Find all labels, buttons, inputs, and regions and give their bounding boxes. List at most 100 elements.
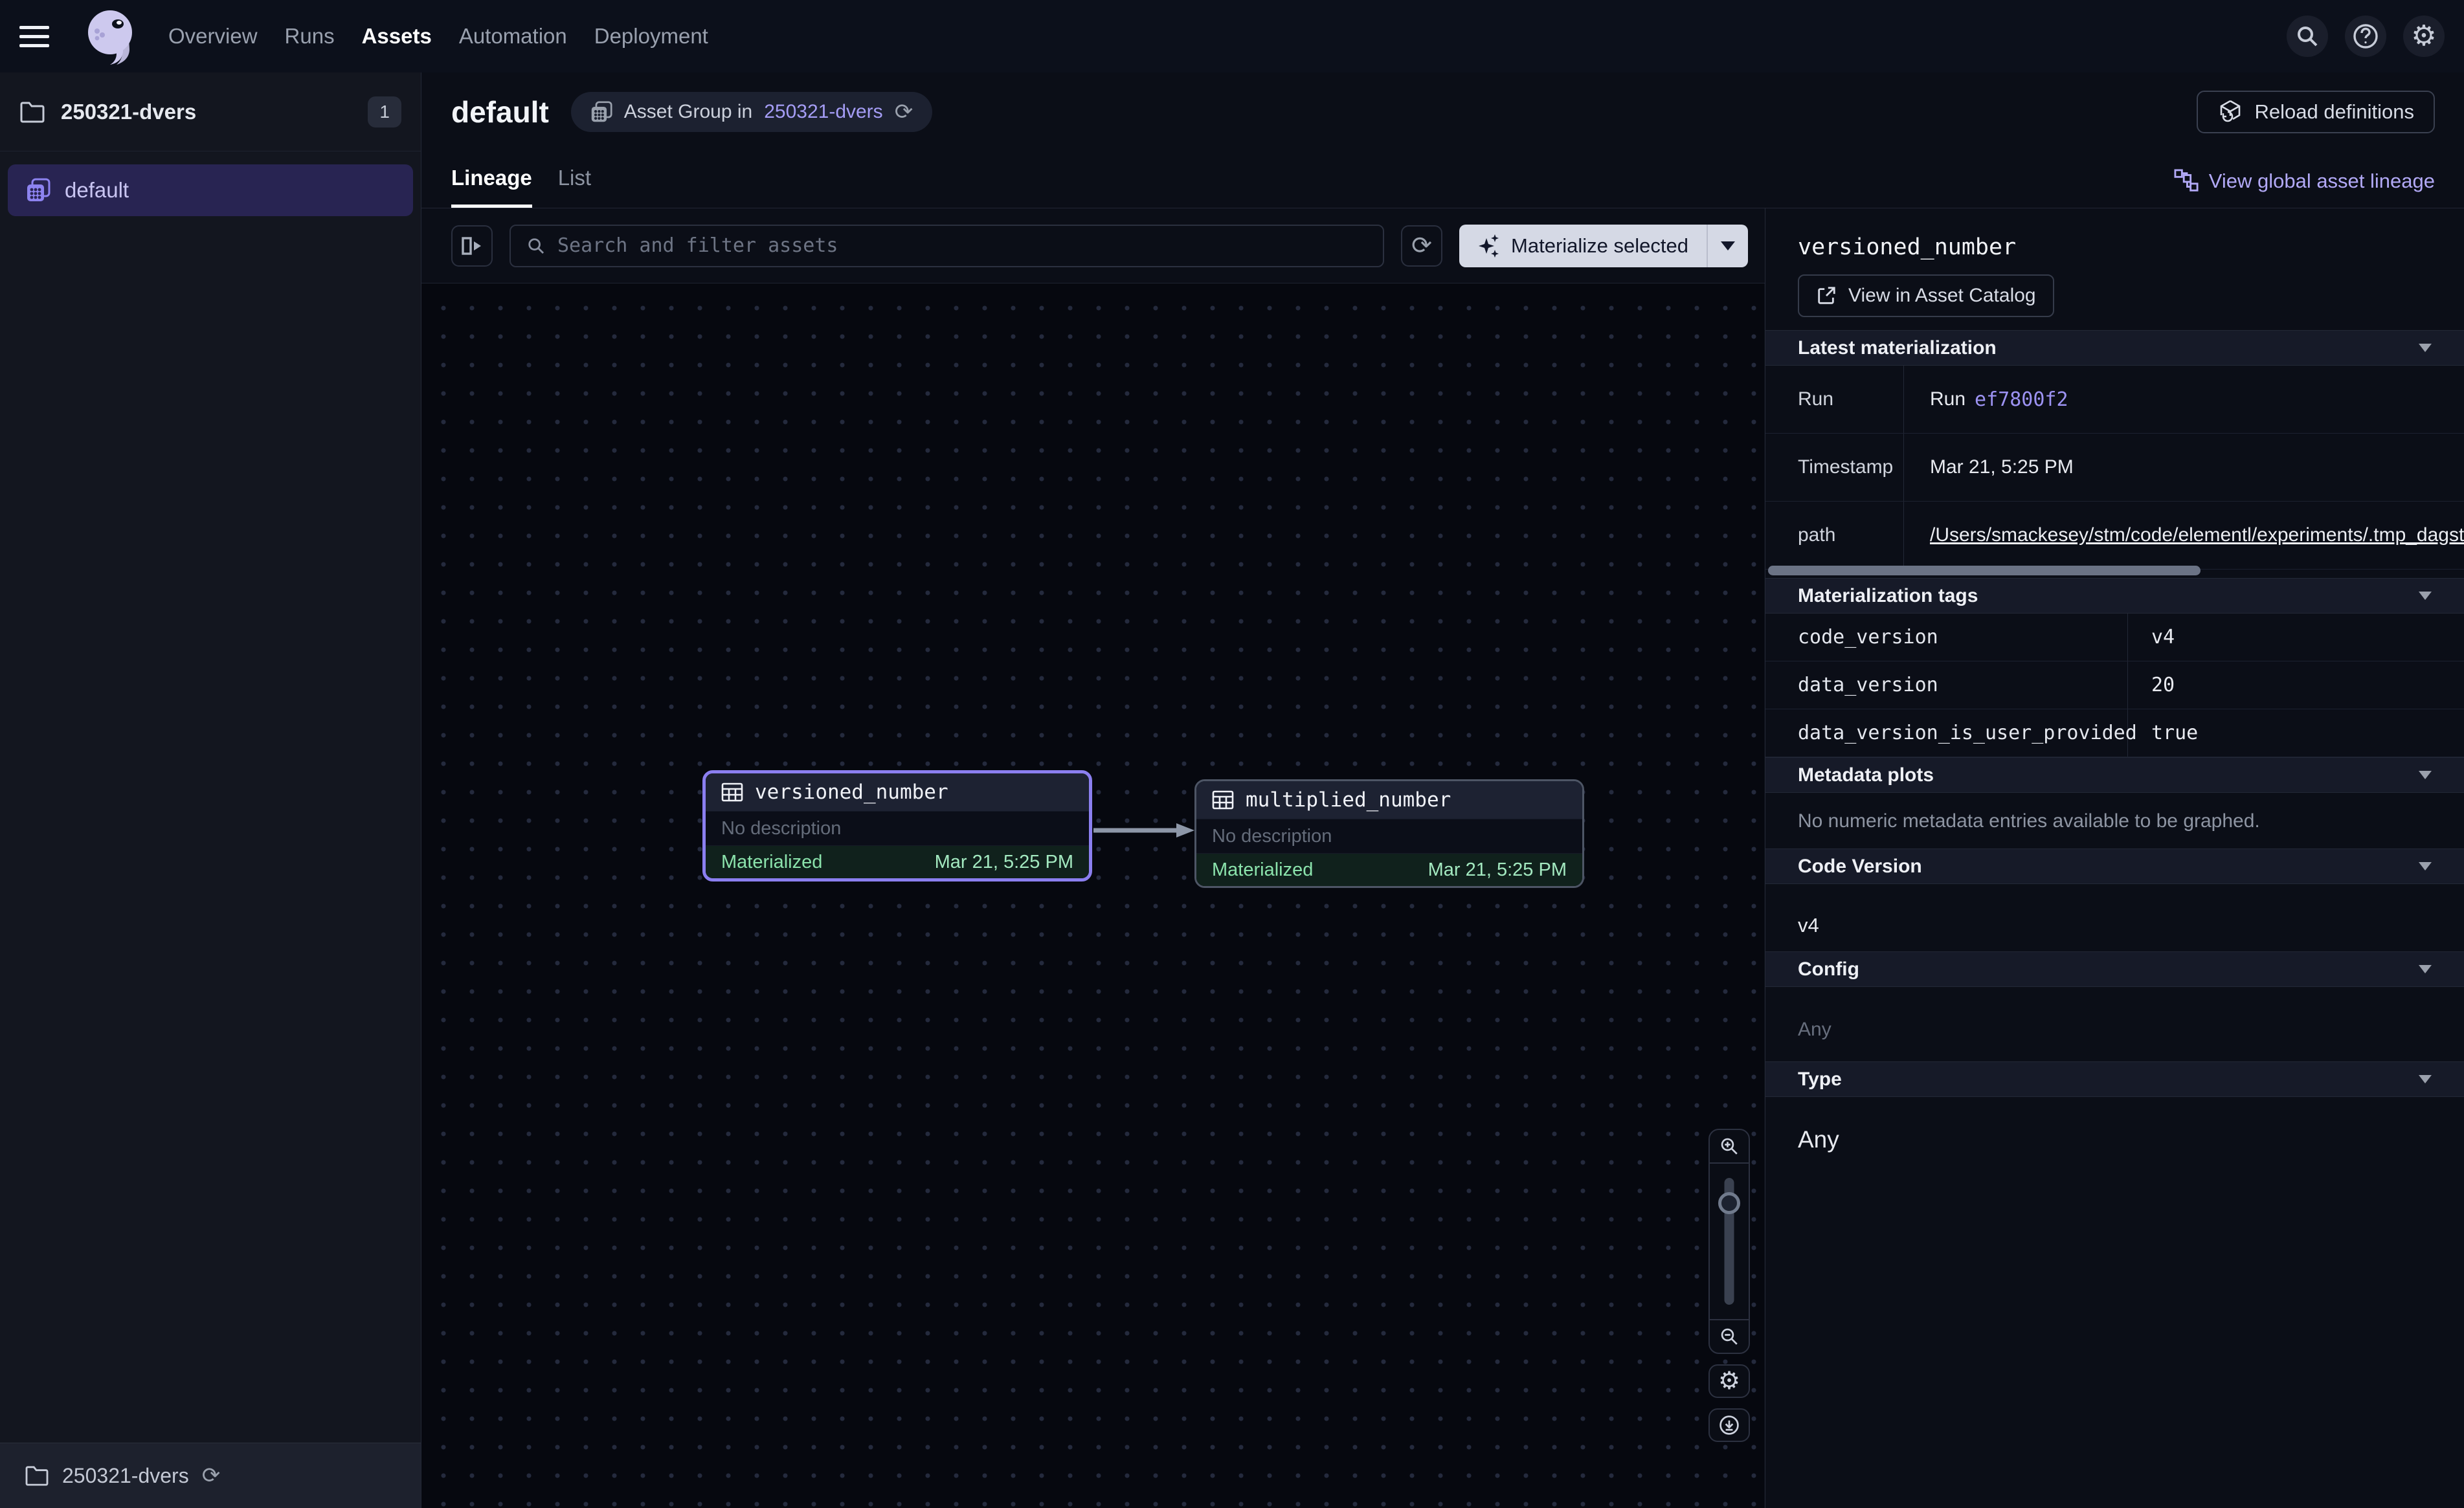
table-icon — [721, 782, 743, 802]
horizontal-scrollbar[interactable] — [1768, 566, 2201, 575]
section-config[interactable]: Config — [1765, 951, 2464, 987]
section-heading: Code Version — [1798, 856, 1922, 878]
materialize-selected-button[interactable]: Materialize selected — [1459, 225, 1748, 267]
node-description: No description — [1196, 819, 1582, 854]
zoom-out-icon[interactable] — [1710, 1319, 1749, 1353]
sidebar-group-name: 250321-dvers — [61, 100, 196, 124]
section-metadata-plots[interactable]: Metadata plots — [1765, 757, 2464, 793]
section-latest-materialization[interactable]: Latest materialization — [1765, 330, 2464, 366]
expand-panel-icon[interactable] — [451, 225, 493, 267]
node-status: Materialized — [721, 852, 822, 873]
type-value: Any — [1798, 1126, 1839, 1153]
external-link-icon — [1816, 285, 1837, 306]
lineage-graph-canvas[interactable]: versioned_number No description Material… — [421, 283, 1764, 1508]
zoom-slider[interactable] — [1710, 1164, 1749, 1319]
tab-list[interactable]: List — [558, 166, 591, 208]
asset-detail-panel: versioned_number View in Asset Catalog L… — [1765, 208, 2464, 1508]
run-id-link[interactable]: ef7800f2 — [1975, 388, 2068, 411]
chevron-down-icon — [2419, 344, 2432, 352]
section-heading: Metadata plots — [1798, 764, 1934, 786]
table-row: data_version 20 — [1765, 661, 2464, 709]
nav-item-overview[interactable]: Overview — [167, 17, 259, 55]
timestamp-value: Mar 21, 5:25 PM — [1904, 434, 2464, 501]
refresh-icon[interactable]: ⟳ — [895, 101, 913, 123]
refresh-graph-icon[interactable]: ⟳ — [1401, 225, 1442, 267]
nav-item-deployment[interactable]: Deployment — [593, 17, 710, 55]
folder-icon — [19, 101, 45, 123]
navbar-actions: ⚙ — [2287, 16, 2445, 57]
lineage-toolbar: ⟳ Materialize selected — [421, 208, 1765, 283]
search-icon — [526, 236, 546, 256]
tag-key: data_version — [1765, 661, 2128, 709]
section-materialization-tags[interactable]: Materialization tags — [1765, 578, 2464, 614]
sidebar-group-count-badge: 1 — [368, 96, 401, 128]
chevron-down-icon — [2419, 862, 2432, 870]
sidebar-item-label: default — [65, 178, 129, 203]
sidebar-group-250321-dvers[interactable]: 250321-dvers 1 — [0, 72, 421, 151]
download-graph-icon[interactable] — [1708, 1408, 1750, 1442]
chevron-down-icon — [2419, 771, 2432, 779]
path-link[interactable]: /Users/smackesey/stm/code/elementl/exper… — [1930, 524, 2464, 546]
tab-lineage[interactable]: Lineage — [451, 166, 532, 208]
view-global-asset-lineage-link[interactable]: View global asset lineage — [2174, 169, 2435, 194]
sidebar-footer-label: 250321-dvers — [62, 1464, 189, 1488]
asset-search[interactable] — [510, 225, 1384, 267]
reload-definitions-label: Reload definitions — [2255, 100, 2414, 124]
materialization-tags-table: code_version v4 data_version 20 data_ver… — [1765, 614, 2464, 757]
section-code-version[interactable]: Code Version — [1765, 848, 2464, 884]
reload-definitions-button[interactable]: Reload definitions — [2197, 91, 2435, 133]
asset-node-versioned-number[interactable]: versioned_number No description Material… — [702, 770, 1092, 882]
section-heading: Materialization tags — [1798, 585, 1978, 607]
asset-group-badge[interactable]: Asset Group in 250321-dvers ⟳ — [571, 92, 932, 132]
settings-gear-icon[interactable]: ⚙ — [2403, 16, 2445, 57]
menu-icon[interactable] — [19, 15, 62, 58]
search-input[interactable] — [557, 234, 1367, 257]
table-icon — [1212, 790, 1234, 810]
catalog-button-label: View in Asset Catalog — [1848, 285, 2036, 307]
page-title: default — [451, 94, 549, 129]
section-heading: Config — [1798, 959, 1859, 981]
asset-node-multiplied-number[interactable]: multiplied_number No description Materia… — [1194, 779, 1584, 888]
config-value: Any — [1798, 1019, 1831, 1041]
lineage-edge-arrow — [1092, 822, 1196, 839]
nav-item-assets[interactable]: Assets — [361, 17, 433, 55]
chevron-down-icon — [2419, 592, 2432, 600]
sidebar-item-default[interactable]: default — [8, 164, 413, 216]
node-status: Materialized — [1212, 859, 1313, 881]
dagster-logo-icon[interactable] — [78, 3, 145, 70]
node-title: multiplied_number — [1246, 788, 1451, 812]
materialize-label: Materialize selected — [1511, 234, 1688, 258]
view-tabs: Lineage List — [451, 166, 591, 208]
node-timestamp: Mar 21, 5:25 PM — [935, 852, 1073, 873]
section-heading: Latest materialization — [1798, 337, 1997, 359]
section-type[interactable]: Type — [1765, 1061, 2464, 1097]
table-row: Run Run ef7800f2 — [1765, 366, 2464, 434]
badge-group-link[interactable]: 250321-dvers — [764, 101, 882, 123]
help-icon[interactable] — [2345, 16, 2386, 57]
panel-asset-title: versioned_number — [1798, 234, 2016, 260]
view-in-asset-catalog-button[interactable]: View in Asset Catalog — [1798, 274, 2054, 317]
refresh-icon[interactable]: ⟳ — [202, 1465, 221, 1487]
sidebar-footer-code-location[interactable]: 250321-dvers ⟳ — [0, 1443, 421, 1508]
nav-item-automation[interactable]: Automation — [458, 17, 568, 55]
nav-item-runs[interactable]: Runs — [284, 17, 336, 55]
graph-zoom-controls: ⚙ — [1708, 1129, 1750, 1442]
materialize-dropdown-caret[interactable] — [1708, 225, 1748, 267]
search-icon[interactable] — [2287, 16, 2328, 57]
zoom-slider-handle[interactable] — [1718, 1192, 1740, 1214]
tag-value: 20 — [2128, 661, 2464, 709]
graph-settings-gear-icon[interactable]: ⚙ — [1708, 1364, 1750, 1398]
table-row: Timestamp Mar 21, 5:25 PM — [1765, 434, 2464, 502]
row-label: path — [1765, 502, 1904, 569]
code-version-value: v4 — [1798, 914, 1819, 937]
run-prefix: Run — [1930, 388, 1966, 410]
lineage-graph-icon — [2174, 169, 2199, 194]
section-heading: Type — [1798, 1069, 1842, 1091]
reload-cube-icon — [2217, 99, 2243, 125]
chevron-down-icon — [2419, 965, 2432, 973]
folder-icon — [25, 1465, 49, 1486]
sidebar: 250321-dvers 1 default 250321-dvers ⟳ — [0, 72, 421, 1508]
primary-nav: Overview Runs Assets Automation Deployme… — [167, 17, 710, 55]
zoom-in-icon[interactable] — [1710, 1130, 1749, 1164]
top-navbar: Overview Runs Assets Automation Deployme… — [0, 0, 2464, 72]
